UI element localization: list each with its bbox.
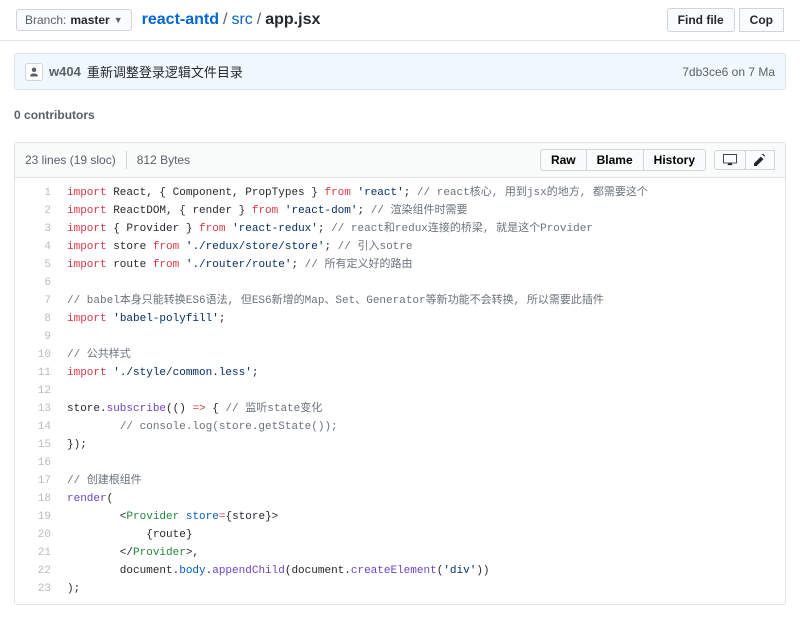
line-number[interactable]: 7 bbox=[15, 292, 51, 310]
code-line: import ReactDOM, { render } from 'react-… bbox=[59, 202, 785, 220]
breadcrumb-current-file: app.jsx bbox=[265, 11, 320, 29]
history-button[interactable]: History bbox=[643, 149, 706, 171]
commit-meta: 7db3ce6 on 7 Ma bbox=[682, 65, 775, 79]
branch-selector[interactable]: Branch: master ▼ bbox=[16, 9, 132, 31]
code-line: ); bbox=[59, 580, 785, 598]
line-number[interactable]: 15 bbox=[15, 436, 51, 454]
line-number-gutter: 1234567891011121314151617181920212223 bbox=[15, 178, 59, 604]
code-line: render( bbox=[59, 490, 785, 508]
line-number[interactable]: 23 bbox=[15, 580, 51, 598]
line-number[interactable]: 2 bbox=[15, 202, 51, 220]
desktop-icon bbox=[723, 154, 737, 166]
code-line: import './style/common.less'; bbox=[59, 364, 785, 382]
line-number[interactable]: 18 bbox=[15, 490, 51, 508]
contributors-count: 0 bbox=[14, 108, 21, 122]
breadcrumb-separator: / bbox=[257, 11, 261, 29]
line-number[interactable]: 14 bbox=[15, 418, 51, 436]
file-lines-info: 23 lines (19 sloc) bbox=[25, 153, 116, 167]
code-line: {route} bbox=[59, 526, 785, 544]
code-content: import React, { Component, PropTypes } f… bbox=[59, 178, 785, 604]
avatar[interactable] bbox=[25, 63, 43, 81]
line-number[interactable]: 20 bbox=[15, 526, 51, 544]
commit-date: on 7 Ma bbox=[732, 65, 775, 79]
commit-author[interactable]: w404 bbox=[49, 64, 81, 79]
code-area: 1234567891011121314151617181920212223 im… bbox=[15, 178, 785, 604]
line-number[interactable]: 17 bbox=[15, 472, 51, 490]
code-line: document.body.appendChild(document.creat… bbox=[59, 562, 785, 580]
raw-button[interactable]: Raw bbox=[540, 149, 587, 171]
code-line: import route from './router/route'; // 所… bbox=[59, 256, 785, 274]
code-line: // babel本身只能转换ES6语法, 但ES6新增的Map、Set、Gene… bbox=[59, 292, 785, 310]
top-bar: Branch: master ▼ react-antd / src / app.… bbox=[0, 0, 800, 41]
code-line: import store from './redux/store/store';… bbox=[59, 238, 785, 256]
contributors-label: contributors bbox=[24, 108, 95, 122]
line-number[interactable]: 6 bbox=[15, 274, 51, 292]
chevron-down-icon: ▼ bbox=[114, 15, 123, 25]
line-number[interactable]: 10 bbox=[15, 346, 51, 364]
code-line bbox=[59, 454, 785, 472]
copy-path-button[interactable]: Cop bbox=[739, 8, 784, 32]
code-line: import { Provider } from 'react-redux'; … bbox=[59, 220, 785, 238]
user-icon bbox=[28, 66, 40, 78]
breadcrumb-separator: / bbox=[223, 11, 227, 29]
code-line: import React, { Component, PropTypes } f… bbox=[59, 184, 785, 202]
code-line: <Provider store={store}> bbox=[59, 508, 785, 526]
blame-button[interactable]: Blame bbox=[586, 149, 644, 171]
code-line: </Provider>, bbox=[59, 544, 785, 562]
code-line: import 'babel-polyfill'; bbox=[59, 310, 785, 328]
line-number[interactable]: 8 bbox=[15, 310, 51, 328]
pencil-icon bbox=[754, 154, 766, 166]
line-number[interactable]: 5 bbox=[15, 256, 51, 274]
file-size-info: 812 Bytes bbox=[137, 153, 190, 167]
code-line: }); bbox=[59, 436, 785, 454]
file-action-group: Raw Blame History bbox=[541, 149, 706, 171]
code-line bbox=[59, 382, 785, 400]
line-number[interactable]: 1 bbox=[15, 184, 51, 202]
code-line: // 创建根组件 bbox=[59, 472, 785, 490]
file-box: 23 lines (19 sloc) 812 Bytes Raw Blame H… bbox=[14, 142, 786, 605]
breadcrumb: react-antd / src / app.jsx bbox=[142, 11, 321, 29]
line-number[interactable]: 4 bbox=[15, 238, 51, 256]
find-file-button[interactable]: Find file bbox=[667, 8, 735, 32]
line-number[interactable]: 19 bbox=[15, 508, 51, 526]
divider bbox=[126, 151, 127, 169]
branch-label: Branch: bbox=[25, 13, 66, 27]
line-number[interactable]: 12 bbox=[15, 382, 51, 400]
line-number[interactable]: 11 bbox=[15, 364, 51, 382]
breadcrumb-repo[interactable]: react-antd bbox=[142, 11, 219, 29]
commit-message[interactable]: 重新调整登录逻辑文件目录 bbox=[87, 62, 243, 81]
code-line: store.subscribe(() => { // 监听state变化 bbox=[59, 400, 785, 418]
breadcrumb-folder[interactable]: src bbox=[231, 11, 252, 29]
line-number[interactable]: 3 bbox=[15, 220, 51, 238]
branch-name: master bbox=[70, 13, 109, 27]
line-number[interactable]: 22 bbox=[15, 562, 51, 580]
desktop-button[interactable] bbox=[714, 150, 746, 170]
commit-box: w404 重新调整登录逻辑文件目录 7db3ce6 on 7 Ma bbox=[14, 53, 786, 90]
commit-sha[interactable]: 7db3ce6 bbox=[682, 65, 728, 79]
code-line bbox=[59, 328, 785, 346]
contributors-row: 0 contributors bbox=[14, 102, 786, 128]
code-line: // 公共样式 bbox=[59, 346, 785, 364]
line-number[interactable]: 13 bbox=[15, 400, 51, 418]
line-number[interactable]: 21 bbox=[15, 544, 51, 562]
line-number[interactable]: 16 bbox=[15, 454, 51, 472]
line-number[interactable]: 9 bbox=[15, 328, 51, 346]
code-line bbox=[59, 274, 785, 292]
file-header: 23 lines (19 sloc) 812 Bytes Raw Blame H… bbox=[15, 143, 785, 178]
edit-button[interactable] bbox=[745, 150, 775, 170]
code-line: // console.log(store.getState()); bbox=[59, 418, 785, 436]
